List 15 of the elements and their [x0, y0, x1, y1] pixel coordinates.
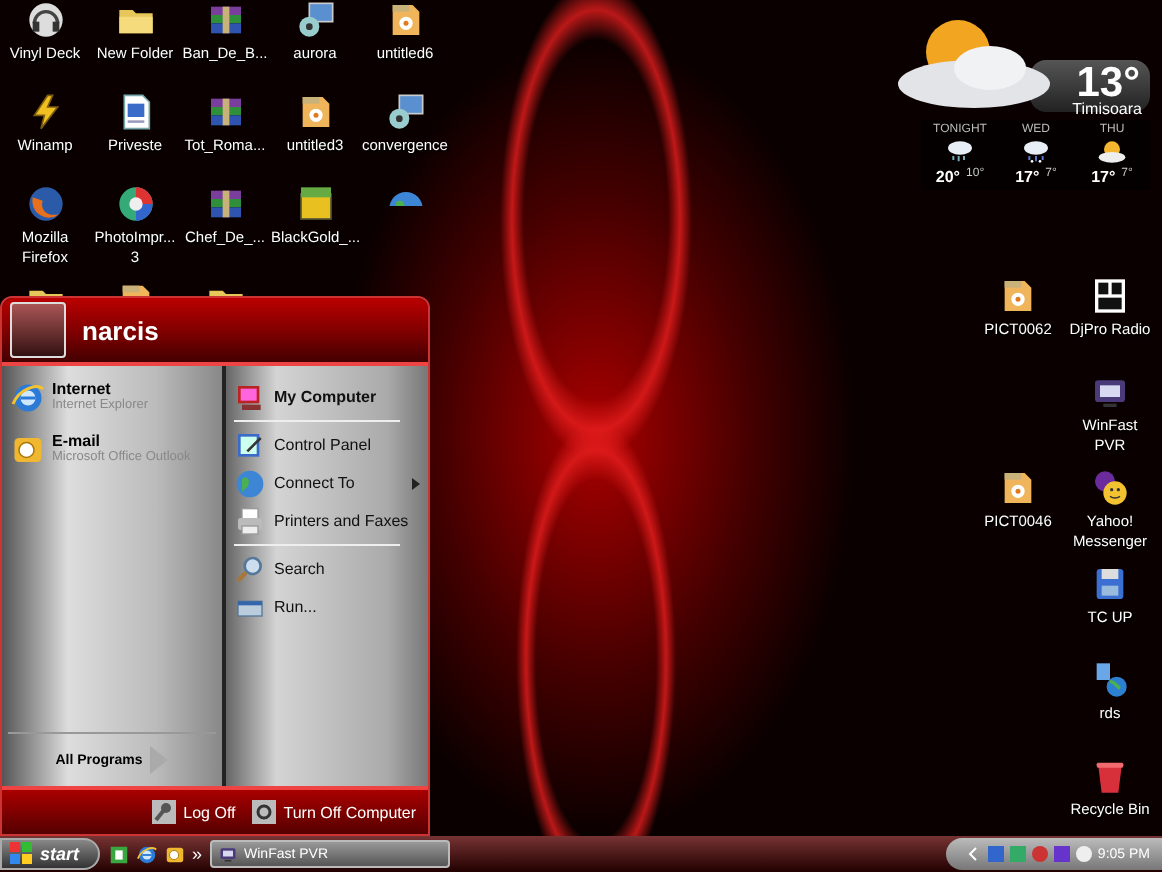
high-temperature: 20°: [935, 168, 961, 186]
menu-item[interactable]: My Computer: [234, 378, 420, 416]
user-name: narcis: [82, 315, 159, 345]
menu-item[interactable]: Search: [234, 550, 420, 588]
menu-item[interactable]: Printers and Faxes: [234, 502, 420, 540]
high-temperature: 17°: [1091, 168, 1116, 186]
log-off-button[interactable]: Log Off: [151, 800, 236, 824]
more-button[interactable]: »: [192, 844, 203, 864]
city-name: Timisoara: [1072, 100, 1142, 118]
menu-item[interactable]: Connect To: [234, 464, 420, 502]
turn-off-button[interactable]: Turn Off Computer: [251, 800, 416, 824]
menu-item[interactable]: Run...: [234, 588, 420, 626]
start-button[interactable]: start: [0, 838, 100, 870]
high-temperature: 17°: [1015, 168, 1040, 186]
menu-item[interactable]: Control Panel: [234, 426, 420, 464]
